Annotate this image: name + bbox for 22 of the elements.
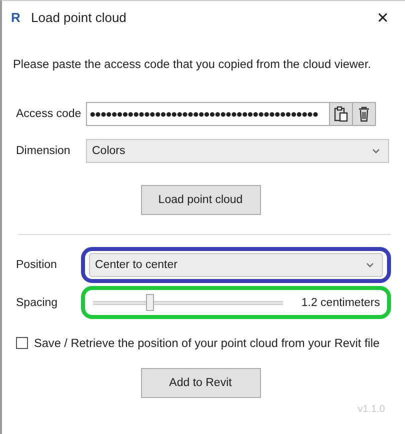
window-title: Load point cloud xyxy=(31,10,126,25)
app-logo-icon: R xyxy=(11,10,21,25)
field-label: Dimension xyxy=(16,145,72,157)
position-dropdown[interactable]: Center to center xyxy=(89,253,383,277)
load-point-cloud-button[interactable]: Load point cloud xyxy=(140,185,260,215)
slider-thumb[interactable] xyxy=(146,294,154,311)
paste-button[interactable] xyxy=(329,102,353,126)
checkbox[interactable] xyxy=(16,337,28,349)
clipboard-icon xyxy=(334,106,348,122)
field-label: Position xyxy=(16,259,58,271)
instruction-text: Please paste the access code that you copied from the cloud viewer. xyxy=(13,57,372,71)
field-label: Spacing xyxy=(16,296,59,308)
close-button[interactable]: ✕ xyxy=(361,1,405,34)
dimension-dropdown[interactable]: Colors xyxy=(86,139,389,163)
field-label: Access code xyxy=(16,108,82,120)
delete-button[interactable] xyxy=(352,102,376,126)
checkbox-label: Save / Retrieve the position of your point cloud from your Revit file xyxy=(34,336,380,350)
spacing-value: 1.2 centimeters xyxy=(301,296,381,308)
trash-icon xyxy=(358,106,370,122)
chevron-down-icon xyxy=(372,148,380,154)
add-to-revit-button[interactable]: Add to Revit xyxy=(140,368,260,398)
chevron-down-icon xyxy=(366,262,374,268)
